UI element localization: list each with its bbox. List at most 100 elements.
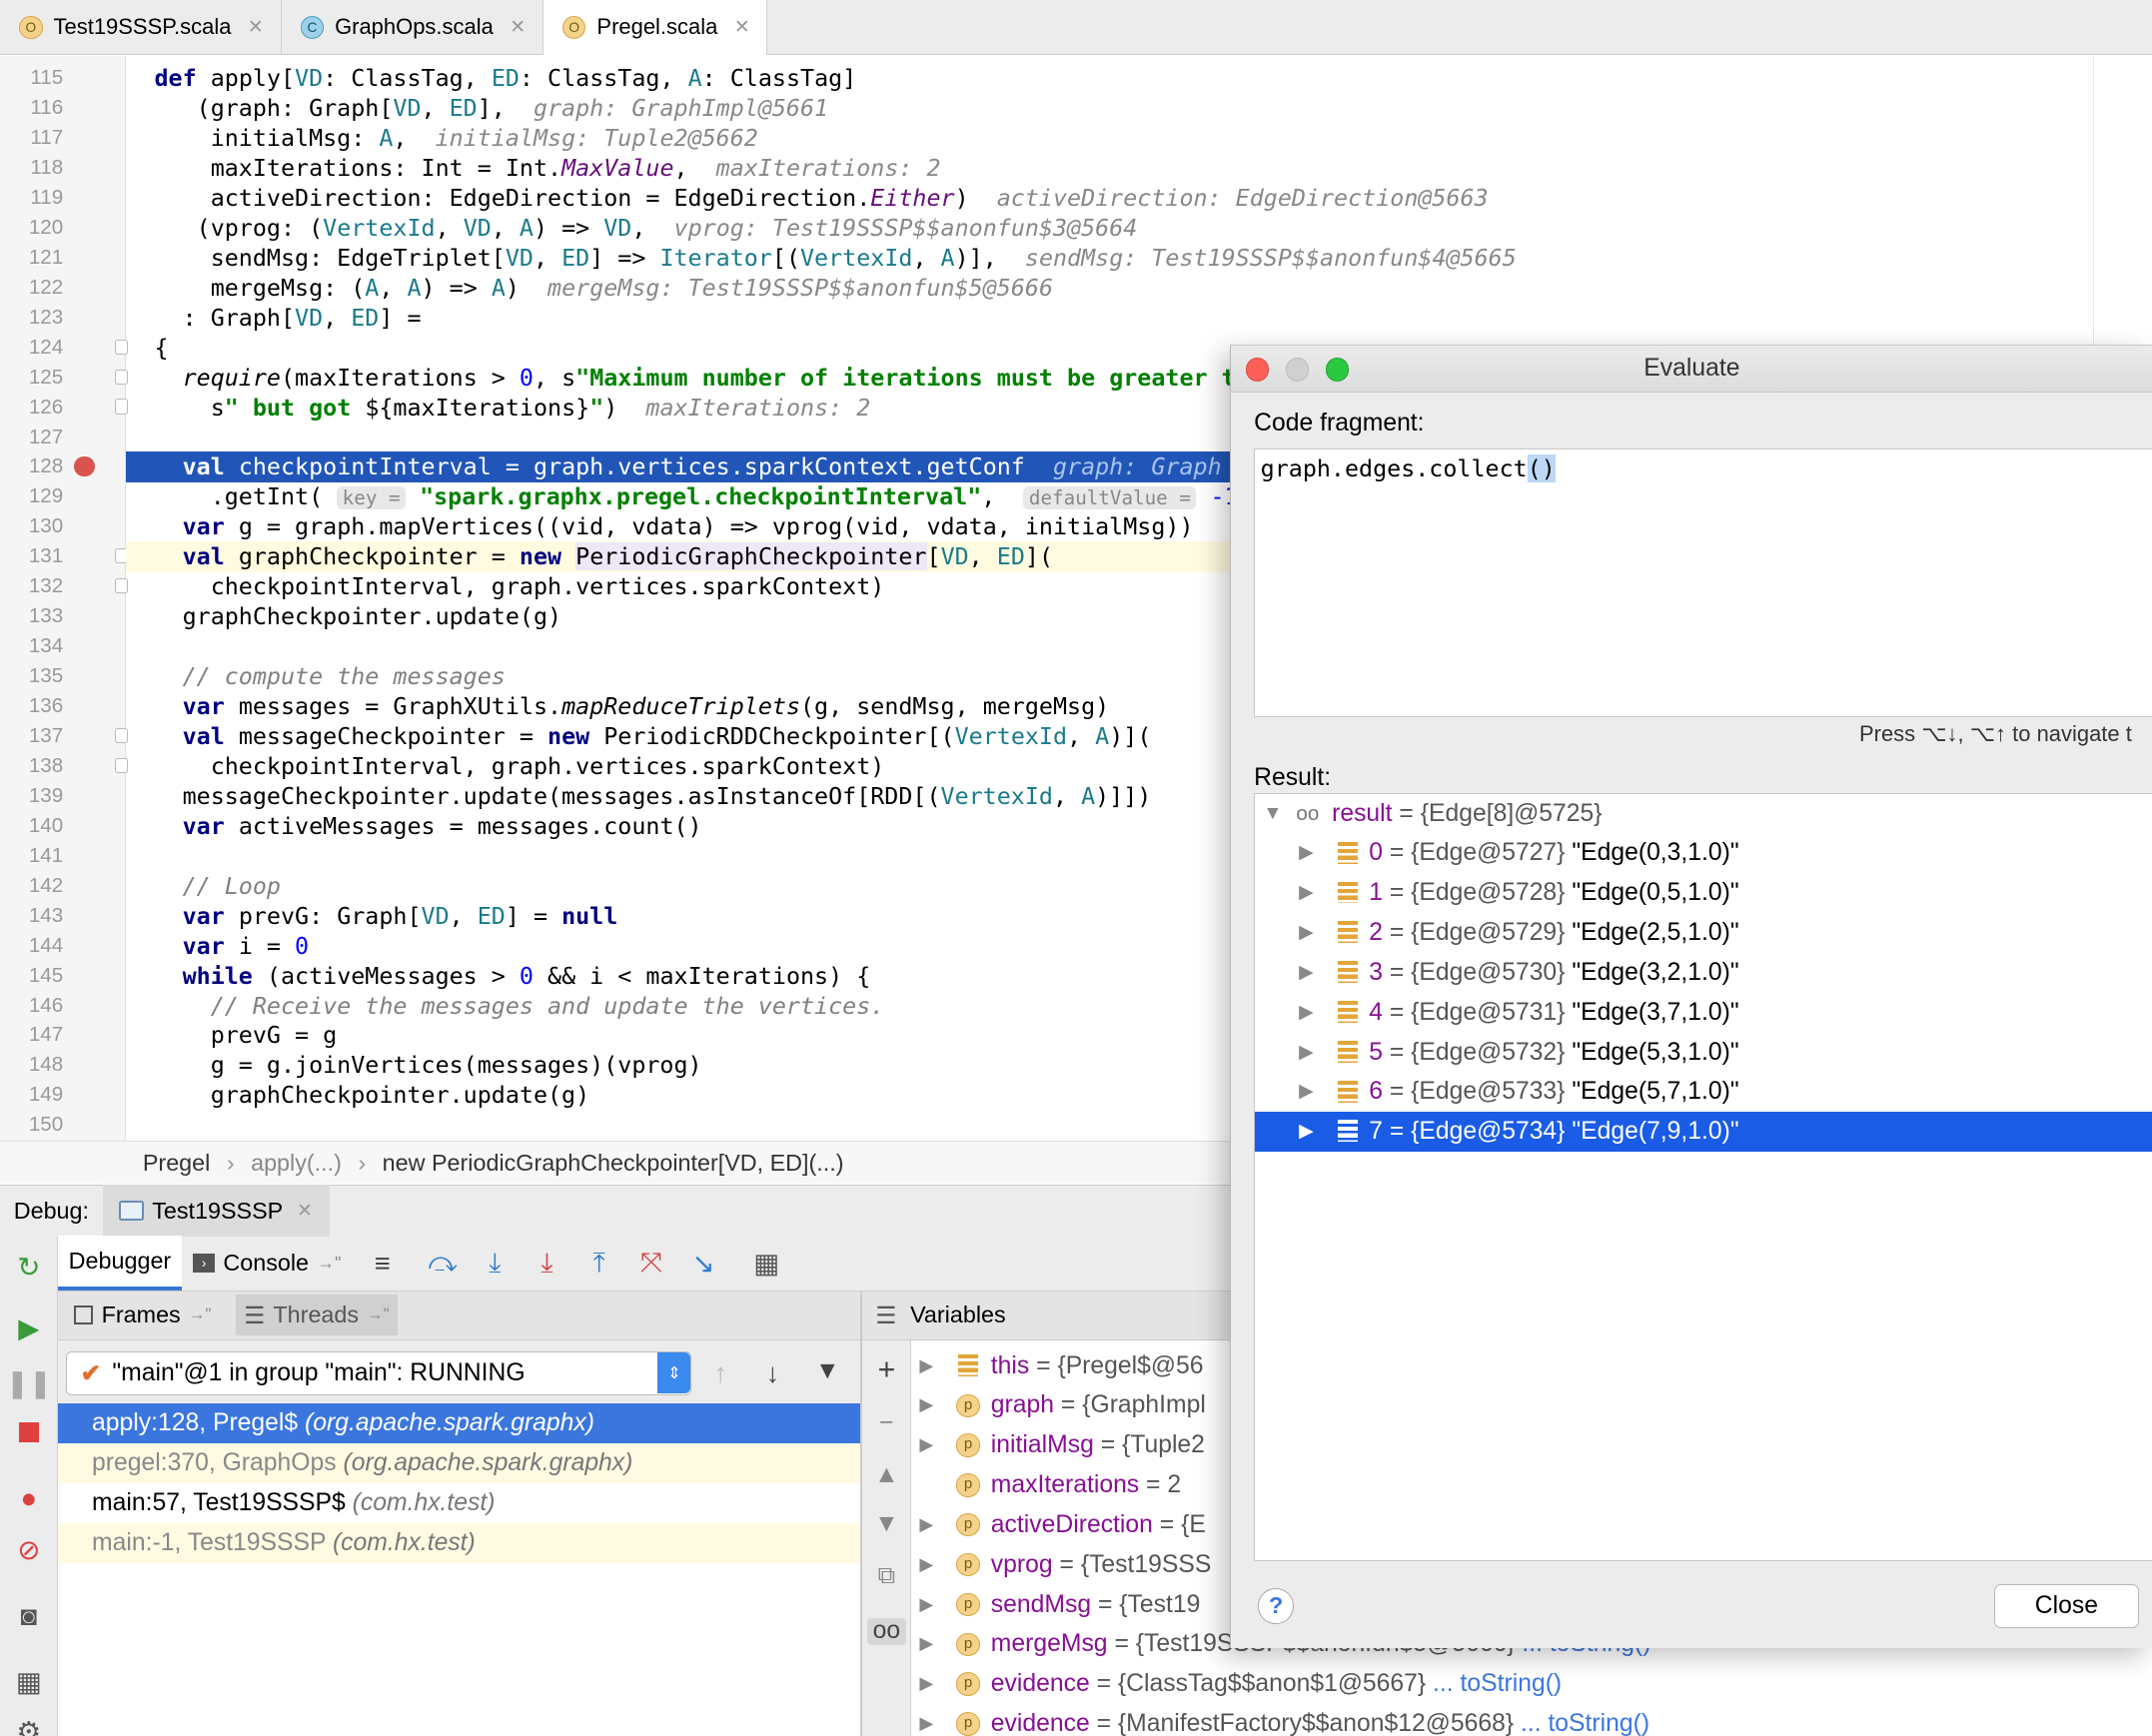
- scala-class-icon: C: [300, 15, 325, 40]
- code-line[interactable]: : Graph[VD, ED] =: [126, 303, 2152, 333]
- zoom-window-icon[interactable]: [1325, 358, 1349, 382]
- result-item-row[interactable]: ▶ 7 = {Edge@5734} "Edge(7,9,1.0)": [1255, 1112, 2152, 1153]
- expand-arrow-icon[interactable]: ▶: [1299, 993, 1314, 1033]
- close-icon[interactable]: ✕: [248, 15, 264, 39]
- layout-icon[interactable]: ▦: [14, 1666, 44, 1697]
- code-line[interactable]: activeDirection: EdgeDirection = EdgeDir…: [126, 183, 2152, 213]
- code-line[interactable]: initialMsg: A, initialMsg: Tuple2@5662: [126, 123, 2152, 153]
- watches-glasses-icon[interactable]: oo: [867, 1617, 906, 1646]
- minimize-window-icon[interactable]: [1285, 358, 1310, 382]
- arrow-up-icon[interactable]: ↑: [713, 1357, 727, 1389]
- code-line[interactable]: mergeMsg: (A, A) => A) mergeMsg: Test19S…: [126, 273, 2152, 303]
- tab-threads[interactable]: ☰ Threads →": [236, 1295, 398, 1336]
- close-button[interactable]: Close: [1993, 1584, 2140, 1629]
- expand-arrow-icon[interactable]: ▶: [1299, 873, 1314, 913]
- expand-arrow-icon[interactable]: ▶: [919, 1624, 933, 1664]
- tab-test19sssp[interactable]: O Test19SSSP.scala ✕: [0, 0, 282, 55]
- view-breakpoints-icon[interactable]: ●: [14, 1482, 44, 1513]
- code-line[interactable]: sendMsg: EdgeTriplet[VD, ED] => Iterator…: [126, 243, 2152, 273]
- stop-icon[interactable]: [14, 1417, 44, 1447]
- filter-icon[interactable]: ▼: [815, 1357, 839, 1385]
- stack-frame[interactable]: main:57, Test19SSSP$ (com.hx.test): [58, 1483, 862, 1523]
- expand-arrow-icon[interactable]: ▶: [1299, 833, 1314, 873]
- step-out-icon[interactable]: ⤒: [577, 1242, 621, 1286]
- mute-breakpoints-icon[interactable]: ⊘: [14, 1534, 44, 1565]
- tab-debugger[interactable]: Debugger: [57, 1236, 183, 1292]
- move-down-icon[interactable]: ▼: [873, 1510, 900, 1537]
- tostring-link[interactable]: ... toString(): [1433, 1670, 1562, 1697]
- stack-frame[interactable]: apply:128, Pregel$ (org.apache.spark.gra…: [57, 1403, 862, 1444]
- expand-arrow-icon[interactable]: ▶: [919, 1385, 933, 1425]
- tab-console[interactable]: › Console →": [182, 1236, 352, 1291]
- expand-arrow-icon[interactable]: ▶: [919, 1664, 933, 1704]
- close-window-icon[interactable]: [1245, 358, 1270, 382]
- result-item-row[interactable]: ▶ 1 = {Edge@5728} "Edge(0,5,1.0)": [1255, 873, 2152, 913]
- expand-arrow-icon[interactable]: ▶: [919, 1704, 933, 1736]
- code-line[interactable]: def apply[VD: ClassTag, ED: ClassTag, A:…: [126, 63, 2152, 93]
- pause-icon[interactable]: ❚❚: [6, 1367, 52, 1398]
- expand-arrow-icon[interactable]: ▶: [919, 1425, 933, 1465]
- variable-row[interactable]: ▶ p evidence = {ManifestFactory$$anon$12@5…: [911, 1704, 2152, 1736]
- evaluate-expression-icon[interactable]: ▦: [744, 1242, 788, 1286]
- result-tree: ▼ oo result = {Edge[8]@5725} ▶ 0 = {Edge@572…: [1254, 792, 2152, 1561]
- code-line[interactable]: (vprog: (VertexId, VD, A) => VD, vprog: …: [126, 213, 2152, 243]
- collapse-arrow-icon[interactable]: ▼: [1263, 794, 1282, 834]
- expand-arrow-icon[interactable]: ▶: [1299, 1112, 1314, 1152]
- editor-gutter[interactable]: 115 116 117 118 119 120 121 122 123 124 125 126 127 1…: [0, 56, 128, 1141]
- result-ref: = {Edge@5730}: [1389, 958, 1566, 986]
- tostring-link[interactable]: ... toString(): [1521, 1710, 1649, 1736]
- copy-icon[interactable]: ⧉: [873, 1562, 900, 1590]
- tab-pregel[interactable]: O Pregel.scala ✕: [542, 0, 768, 55]
- variable-row[interactable]: ▶ p evidence = {ClassTag$$anon$1@5667} ...…: [911, 1664, 2152, 1704]
- tab-graphops[interactable]: C GraphOps.scala ✕: [282, 0, 543, 55]
- settings-icon[interactable]: ⚙: [14, 1716, 44, 1736]
- line-number: 133: [28, 604, 64, 628]
- add-watch-icon[interactable]: +: [873, 1353, 900, 1386]
- tab-frames[interactable]: Frames →": [66, 1295, 220, 1335]
- expand-arrow-icon[interactable]: ▶: [1299, 1072, 1314, 1112]
- result-item-row[interactable]: ▶ 0 = {Edge@5727} "Edge(0,3,1.0)": [1255, 833, 2152, 873]
- show-execution-point-icon[interactable]: ≡: [361, 1242, 405, 1286]
- expand-arrow-icon[interactable]: ▶: [919, 1545, 933, 1585]
- stack-frame[interactable]: main:-1, Test19SSSP (com.hx.test): [57, 1522, 862, 1563]
- breadcrumb-item[interactable]: apply(...): [251, 1150, 342, 1177]
- result-item-row[interactable]: ▶ 6 = {Edge@5733} "Edge(5,7,1.0)": [1255, 1072, 2152, 1112]
- arrow-down-icon[interactable]: ↓: [766, 1357, 780, 1389]
- stack-frame[interactable]: pregel:370, GraphOps (org.apache.spark.g…: [57, 1443, 862, 1483]
- help-button[interactable]: ?: [1258, 1588, 1294, 1625]
- step-over-icon[interactable]: ⤼: [421, 1242, 465, 1286]
- result-item-row[interactable]: ▶ 2 = {Edge@5729} "Edge(2,5,1.0)": [1255, 913, 2152, 953]
- remove-watch-icon[interactable]: −: [873, 1409, 900, 1436]
- close-icon[interactable]: ✕: [297, 1199, 313, 1223]
- expand-arrow-icon[interactable]: ▶: [1299, 913, 1314, 953]
- result-item-row[interactable]: ▶ 4 = {Edge@5731} "Edge(3,7,1.0)": [1255, 993, 2152, 1033]
- breadcrumb-item[interactable]: Pregel: [143, 1150, 210, 1177]
- expand-arrow-icon[interactable]: ▶: [919, 1505, 933, 1545]
- drop-frame-icon[interactable]: ⤧: [629, 1242, 673, 1286]
- move-up-icon[interactable]: ▲: [873, 1461, 900, 1488]
- force-step-into-icon[interactable]: ⤓: [525, 1242, 568, 1286]
- threads-icon: ☰: [244, 1302, 266, 1328]
- code-fragment-editor[interactable]: graph.edges.collect(): [1254, 447, 2152, 718]
- camera-icon[interactable]: ◙: [14, 1600, 44, 1631]
- breadcrumb-item[interactable]: new PeriodicGraphCheckpointer[VD, ED](..…: [383, 1150, 844, 1177]
- result-root-row[interactable]: ▼ oo result = {Edge[8]@5725}: [1255, 794, 2152, 834]
- code-line[interactable]: maxIterations: Int = Int.MaxValue, maxIt…: [126, 153, 2152, 183]
- expand-arrow-icon[interactable]: ▶: [919, 1585, 933, 1625]
- expand-arrow-icon[interactable]: ▶: [1299, 1033, 1314, 1073]
- rerun-icon[interactable]: ↻: [14, 1252, 44, 1283]
- result-item-row[interactable]: ▶ 3 = {Edge@5730} "Edge(3,2,1.0)": [1255, 953, 2152, 993]
- expand-arrow-icon[interactable]: ▶: [919, 1346, 933, 1386]
- debug-session-tab[interactable]: Test19SSSP ✕: [102, 1185, 330, 1238]
- step-into-icon[interactable]: ⤓: [473, 1242, 517, 1286]
- resume-icon[interactable]: ▶: [14, 1312, 44, 1343]
- code-line[interactable]: (graph: Graph[VD, ED], graph: GraphImpl@…: [126, 93, 2152, 123]
- result-item-row[interactable]: ▶ 5 = {Edge@5732} "Edge(5,3,1.0)": [1255, 1033, 2152, 1073]
- field-icon: [1337, 1120, 1359, 1143]
- breakpoint-icon[interactable]: [74, 455, 95, 477]
- expand-arrow-icon[interactable]: ▶: [1299, 953, 1314, 993]
- thread-selector[interactable]: ✔ "main"@1 in group "main": RUNNING ⇕: [65, 1351, 692, 1396]
- close-icon[interactable]: ✕: [734, 15, 750, 39]
- close-icon[interactable]: ✕: [510, 15, 526, 39]
- run-to-cursor-icon[interactable]: ↘: [681, 1242, 725, 1286]
